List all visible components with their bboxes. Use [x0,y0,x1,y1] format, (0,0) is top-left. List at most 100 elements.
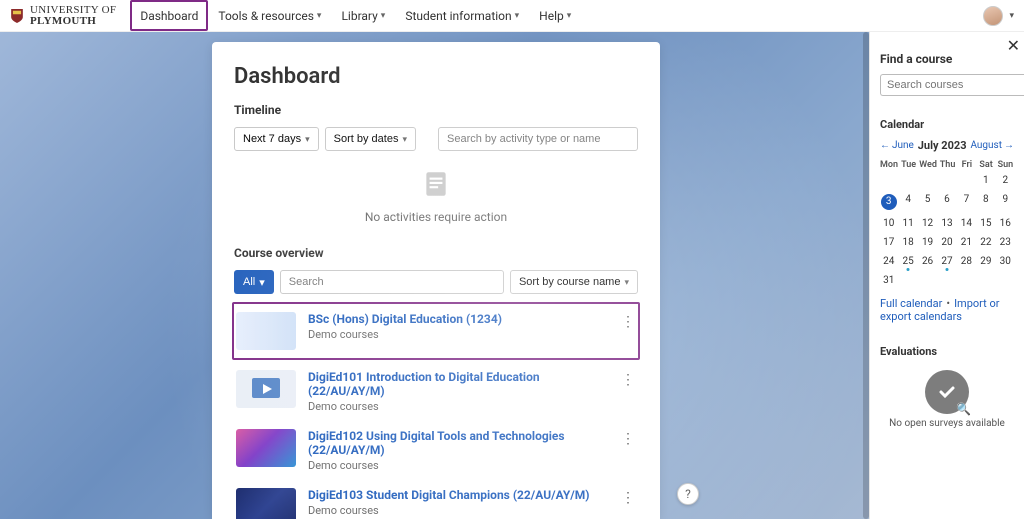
calendar-prev[interactable]: ←June [880,140,914,151]
full-calendar-link[interactable]: Full calendar [880,297,942,310]
calendar-day[interactable]: 24 [880,253,897,270]
calendar-day[interactable]: 3 [880,191,897,213]
nav-tools-label: Tools & resources [218,9,314,23]
calendar-day[interactable]: 30 [997,253,1014,270]
nav-student-label: Student information [405,9,511,23]
page-title: Dashboard [234,64,638,89]
nav-library-label: Library [341,9,377,23]
brand-line1: UNIVERSITY OF [30,5,116,16]
calendar-day[interactable]: 31 [880,272,897,289]
nav-dashboard[interactable]: Dashboard [130,0,208,31]
calendar-day[interactable]: 11 [899,215,916,232]
calendar-day[interactable]: 4 [899,191,916,213]
calendar-day[interactable]: 8 [977,191,994,213]
nav-library[interactable]: Library▾ [331,0,395,31]
chevron-down-icon[interactable]: ▾ [1009,11,1014,21]
calendar-dow: Thu [939,158,956,172]
course-thumbnail [236,488,296,519]
chevron-down-icon: ▾ [317,11,322,21]
calendar-day [997,272,1014,289]
calendar-next[interactable]: August→ [970,140,1014,151]
calendar-prev-label: June [892,140,914,151]
calendar-day[interactable]: 27 [938,253,955,270]
calendar-dow: Mon [880,158,898,172]
calendar-day[interactable]: 12 [919,215,936,232]
calendar-title: July 2023 [918,139,967,152]
calendar-day[interactable]: 22 [977,234,994,251]
calendar-day[interactable]: 15 [977,215,994,232]
course-category: Demo courses [308,459,608,472]
calendar-day[interactable]: 29 [977,253,994,270]
course-title[interactable]: DigiEd102 Using Digital Tools and Techno… [308,429,608,457]
clipboard-icon [423,169,449,199]
calendar-day[interactable]: 13 [938,215,955,232]
course-menu-button[interactable]: ⋮ [620,372,636,388]
course-row[interactable]: DigiEd101 Introduction to Digital Educat… [234,362,638,421]
course-menu-button[interactable]: ⋮ [620,431,636,447]
calendar-day[interactable]: 10 [880,215,897,232]
scrollbar[interactable] [863,32,869,519]
course-row[interactable]: DigiEd103 Student Digital Champions (22/… [234,480,638,519]
calendar-dow: Wed [919,158,937,172]
course-title[interactable]: BSc (Hons) Digital Education (1234) [308,312,608,326]
nav-help[interactable]: Help▾ [529,0,581,31]
timeline-search-input[interactable] [438,127,638,151]
chevron-down-icon: ▾ [624,277,629,288]
course-row[interactable]: DigiEd102 Using Digital Tools and Techno… [234,421,638,480]
calendar-day[interactable]: 5 [919,191,936,213]
course-thumbnail [236,370,296,408]
calendar-grid: 1234567891011121314151617181920212223242… [880,172,1014,289]
magnifier-icon: 🔍 [956,402,971,416]
calendar-day [919,272,936,289]
overview-filter-button[interactable]: All▾ [234,270,274,294]
calendar-day[interactable]: 25 [899,253,916,270]
calendar-dow: Fri [958,158,975,172]
calendar-day[interactable]: 18 [899,234,916,251]
overview-search-input[interactable] [280,270,504,294]
calendar-day[interactable]: 23 [997,234,1014,251]
course-menu-button[interactable]: ⋮ [620,490,636,506]
shield-icon [10,7,24,25]
course-row[interactable]: BSc (Hons) Digital Education (1234) Demo… [232,302,640,360]
nav-dashboard-label: Dashboard [140,9,198,23]
calendar-day [899,172,916,189]
timeline-range-button[interactable]: Next 7 days▾ [234,127,319,151]
course-thumbnail [236,429,296,467]
calendar-day[interactable]: 9 [997,191,1014,213]
chevron-down-icon: ▾ [515,11,520,21]
calendar-day[interactable]: 19 [919,234,936,251]
timeline-sort-button[interactable]: Sort by dates▾ [325,127,416,151]
help-fab[interactable]: ? [677,483,699,505]
calendar-day[interactable]: 6 [938,191,955,213]
arrow-left-icon: ← [880,140,890,151]
calendar-day[interactable]: 28 [958,253,975,270]
calendar-day [938,172,955,189]
nav-student-info[interactable]: Student information ▾ [395,0,529,31]
calendar-day[interactable]: 21 [958,234,975,251]
course-title[interactable]: DigiEd101 Introduction to Digital Educat… [308,370,608,398]
brand[interactable]: UNIVERSITY OF PLYMOUTH [10,5,116,27]
overview-sort-button[interactable]: Sort by course name▾ [510,270,638,294]
course-title[interactable]: DigiEd103 Student Digital Champions (22/… [308,488,608,502]
avatar[interactable] [983,6,1003,26]
find-course-input[interactable] [880,74,1024,96]
check-icon [937,382,957,402]
calendar-day[interactable]: 17 [880,234,897,251]
arrow-right-icon: → [1004,140,1014,151]
nav-tools-resources[interactable]: Tools & resources▾ [208,0,331,31]
timeline-heading: Timeline [234,103,638,117]
nav-help-label: Help [539,9,564,23]
calendar-today[interactable]: 3 [881,194,897,210]
calendar-day[interactable]: 1 [977,172,994,189]
calendar-day[interactable]: 14 [958,215,975,232]
sidebar-close-button[interactable]: ✕ [1007,36,1020,55]
calendar-day[interactable]: 16 [997,215,1014,232]
calendar-day[interactable]: 26 [919,253,936,270]
calendar-day[interactable]: 20 [938,234,955,251]
overview-sort-label: Sort by course name [519,276,621,288]
calendar-day[interactable]: 2 [997,172,1014,189]
calendar-day[interactable]: 7 [958,191,975,213]
course-menu-button[interactable]: ⋮ [620,314,636,330]
calendar-dow-row: MonTueWedThuFriSatSun [880,158,1014,172]
chevron-down-icon: ▾ [259,276,265,289]
